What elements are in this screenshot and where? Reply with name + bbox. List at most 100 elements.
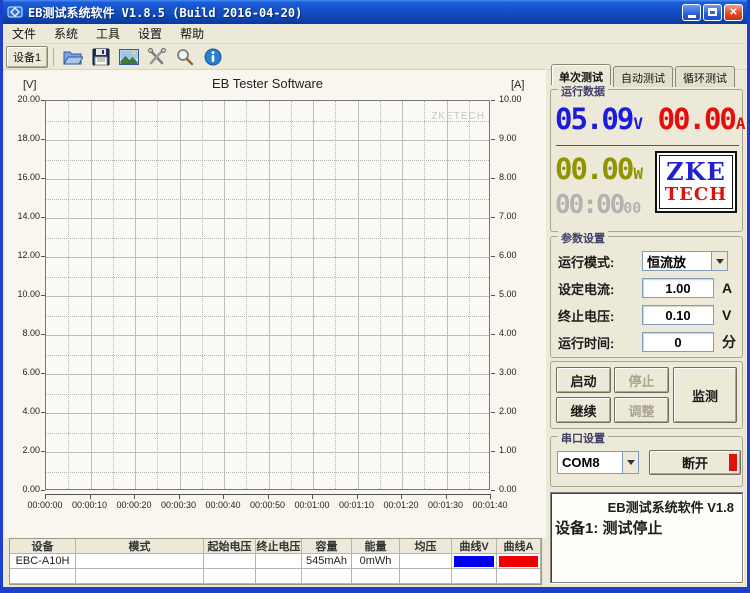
y-tickmark-right [491, 100, 495, 101]
tab-1[interactable]: 自动测试 [613, 66, 673, 87]
curveA-cell [497, 554, 541, 569]
param-input-2[interactable]: 0.10 [642, 305, 714, 325]
gridline-h-minor [46, 393, 489, 395]
curveV-swatch[interactable] [454, 555, 494, 567]
menu-item-1[interactable]: 系统 [45, 23, 87, 44]
x-tickmark [490, 494, 491, 499]
start-button[interactable]: 启动 [556, 367, 611, 393]
y-tick-left: 18.00 [17, 133, 40, 143]
save-icon[interactable] [89, 46, 113, 68]
table-cell [76, 554, 204, 569]
gridline-h-minor [46, 315, 489, 317]
adjust-button[interactable]: 调整 [614, 397, 669, 423]
zoom-icon[interactable] [173, 46, 197, 68]
param-row-1: 设定电流: 1.00 A [558, 277, 738, 299]
device-table: 设备 模式 起始电压 终止电压 容量 能量 均压 曲线V 曲线A EBC-A10H 545mAh 0m… [9, 538, 542, 585]
gridline-v-minor [424, 101, 426, 489]
y-tickmark-left [41, 334, 45, 335]
y-tickmark-left [41, 373, 45, 374]
image-export-icon[interactable] [117, 46, 141, 68]
monitor-button[interactable]: 监测 [673, 367, 737, 423]
y-tick-right: 8.00 [499, 172, 517, 182]
menu-item-0[interactable]: 文件 [3, 23, 45, 44]
y-tick-right: 7.00 [499, 211, 517, 221]
tab-0[interactable]: 单次测试 [551, 64, 611, 85]
menu-item-3[interactable]: 设置 [129, 23, 171, 44]
gridline-v-minor [112, 101, 114, 489]
maximize-button[interactable] [703, 3, 722, 21]
com-port-select[interactable]: COM8 [557, 451, 639, 474]
table-cell [204, 569, 256, 584]
continue-button[interactable]: 继续 [556, 397, 611, 423]
param-label-2: 终止电压: [558, 308, 615, 324]
y-tickmark-right [491, 295, 495, 296]
param-row-2: 终止电压: 0.10 V [558, 304, 738, 326]
y-tickmark-left [41, 100, 45, 101]
x-tickmark [178, 494, 180, 499]
y-tickmark-left [41, 451, 45, 452]
y-tickmark-right [491, 490, 495, 491]
toolbar-separator [53, 47, 55, 66]
gridline-v-minor [246, 101, 248, 489]
param-input-1[interactable]: 1.00 [642, 278, 714, 298]
run-data-group: 运行数据 05.09V 00.00A 00.00W 00:0000 ZKE TE… [550, 83, 746, 232]
param-unit-2: V [722, 307, 732, 323]
x-tickmark [45, 494, 46, 499]
app-window: EB测试系统软件 V1.8.5 (Build 2016-04-20) ✕ 文件系… [0, 0, 750, 593]
table-cell [302, 569, 352, 584]
table-cell [256, 569, 302, 584]
control-buttons-group: 启动 停止 监测 继续 调整 [550, 361, 743, 429]
y-tick-right: 6.00 [499, 250, 517, 260]
gridline-h-minor [46, 237, 489, 239]
x-tickmark [445, 494, 447, 499]
chevron-down-icon[interactable] [622, 452, 638, 473]
gridline-v-minor [335, 101, 337, 489]
table-cell: 0mWh [352, 554, 400, 569]
y-tick-right: 5.00 [499, 289, 517, 299]
table-row[interactable]: EBC-A10H 545mAh 0mWh [10, 554, 541, 569]
chevron-down-icon[interactable] [711, 252, 727, 270]
table-header-4: 容量 [302, 539, 352, 554]
minimize-button[interactable] [682, 3, 701, 21]
run-mode-value: 恒流放 [647, 254, 687, 270]
table-header-3: 终止电压 [256, 539, 302, 554]
param-unit-3: 分 [722, 334, 736, 350]
y-tick-right: 10.00 [499, 94, 522, 104]
gridline-v-minor [468, 101, 470, 489]
gridline-h-minor [46, 198, 489, 200]
disconnect-button[interactable]: 断开 [649, 450, 741, 475]
y-tickmark-left [41, 217, 45, 218]
tab-2[interactable]: 循环测试 [675, 66, 735, 87]
menu-item-4[interactable]: 帮助 [171, 23, 213, 44]
tools-icon[interactable] [145, 46, 169, 68]
table-header-6: 均压 [400, 539, 452, 554]
y-tickmark-left [41, 256, 45, 257]
y-tickmark-left [41, 295, 45, 296]
parameter-group: 参数设置 运行模式: 恒流放 设定电流: 1.00 A 终止电压: 0.10 V 运行时间: 0 分 [550, 230, 743, 358]
run-mode-select[interactable]: 恒流放 [642, 251, 728, 271]
timer-display: 00:00 [555, 190, 625, 220]
stop-button[interactable]: 停止 [614, 367, 669, 393]
table-header-row: 设备 模式 起始电压 终止电压 容量 能量 均压 曲线V 曲线A [10, 539, 541, 554]
com-port-value: COM8 [562, 455, 600, 470]
y-tickmark-left [41, 412, 45, 413]
info-icon[interactable] [201, 46, 225, 68]
curveA-swatch[interactable] [499, 555, 538, 567]
close-button[interactable]: ✕ [724, 3, 743, 21]
x-tick: 00:01:40 [472, 500, 508, 510]
run-data-separator [556, 145, 739, 146]
y-tickmark-right [491, 217, 495, 218]
close-icon: ✕ [729, 6, 738, 18]
param-unit-1: A [722, 280, 733, 296]
timer-seconds: 00 [623, 199, 642, 217]
x-tickmark [223, 494, 224, 499]
y-tick-left: 6.00 [22, 367, 40, 377]
param-input-3[interactable]: 0 [642, 332, 714, 352]
y-tickmark-right [491, 373, 495, 374]
y-tickmark-left [41, 490, 45, 491]
table-row[interactable] [10, 569, 541, 584]
open-file-icon[interactable] [61, 46, 85, 68]
run-data-group-label: 运行数据 [558, 83, 608, 99]
device-1-button[interactable]: 设备1 [6, 45, 49, 68]
menu-item-2[interactable]: 工具 [87, 23, 129, 44]
